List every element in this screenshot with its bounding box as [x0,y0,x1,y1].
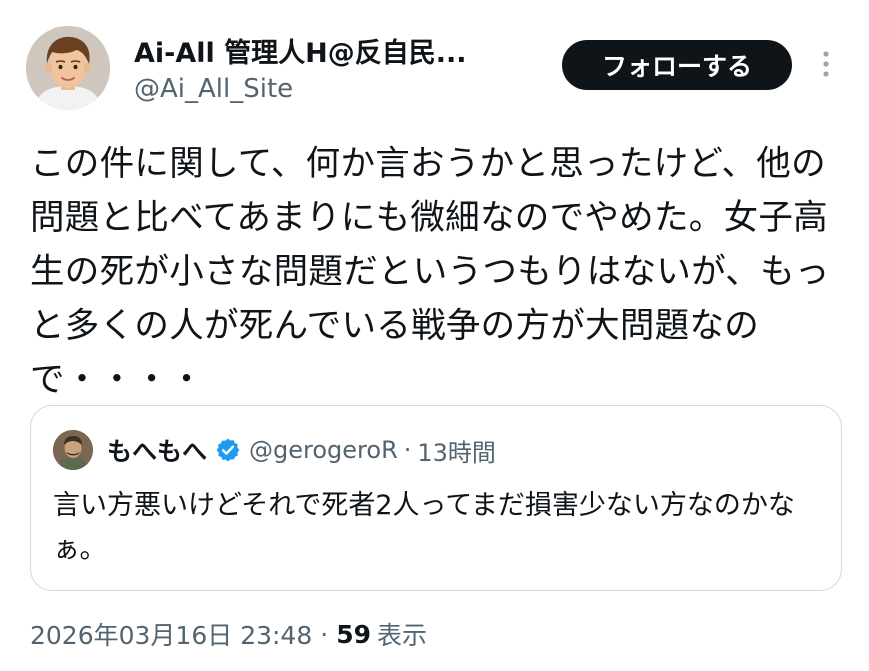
views-label: 表示 [377,621,428,650]
quoted-tweet[interactable]: もへもへ @gerogeroR · 13時間 言い方悪いけどそれで死者2人ってま… [30,405,842,591]
quoted-time[interactable]: 13時間 [417,433,496,468]
author-display-name[interactable]: Ai-All 管理人H@反自民... [134,31,467,70]
quoted-avatar[interactable] [53,430,93,470]
footer-separator: · [320,619,329,649]
quoted-text: 言い方悪いけどそれで死者2人ってまだ損害少ない方なのかなぁ。 [53,490,795,565]
more-vertical-icon[interactable] [812,44,840,84]
tweet-card: Ai-All 管理人H@反自民... @Ai_All_Site フォローする こ… [0,0,869,671]
author-avatar[interactable] [26,26,110,110]
follow-button[interactable]: フォローする [562,40,792,90]
tweet-timestamp[interactable]: 2026年03月16日 23:48 [30,616,312,652]
quoted-handle[interactable]: @gerogeroR [249,436,398,464]
author-name-row[interactable]: Ai-All 管理人H@反自民... [134,30,467,70]
views-count: 59 [336,619,371,649]
tweet-text: この件に関して、何か言おうかと思ったけど、他の問題と比べてあまりにも微細なのでや… [30,144,830,400]
tweet-footer: 2026年03月16日 23:48 · 59 表示 [30,614,427,654]
quoted-separator: · [403,436,412,464]
quoted-header: もへもへ @gerogeroR · 13時間 [107,430,496,470]
verified-badge-icon [216,438,240,462]
author-handle[interactable]: @Ai_All_Site [134,74,293,104]
cartoon-man-avatar-icon [26,26,110,110]
portrait-avatar-icon [53,430,93,470]
quoted-display-name[interactable]: もへもへ [107,432,207,468]
